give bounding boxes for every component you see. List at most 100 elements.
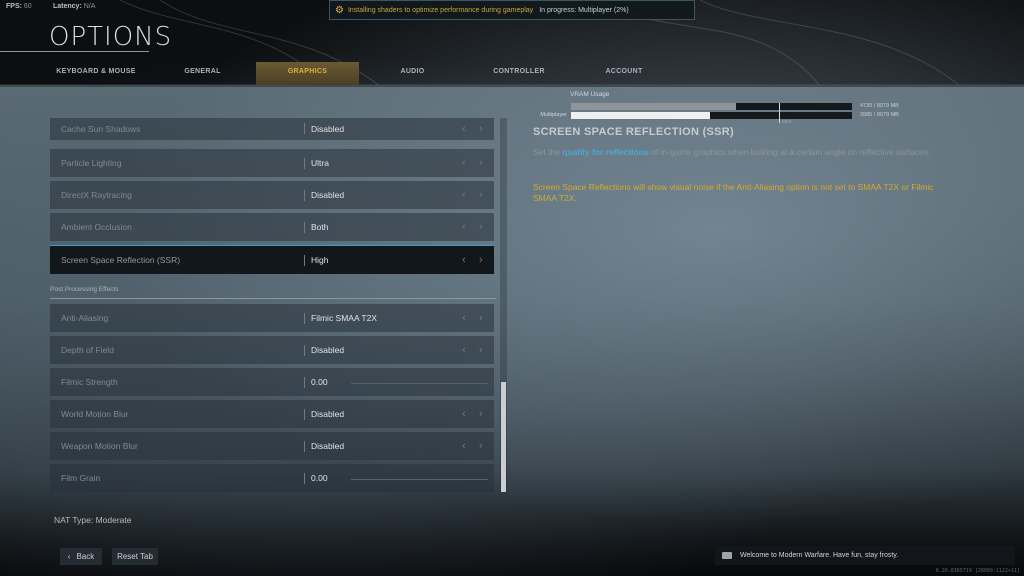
chevron-right-icon[interactable]: › (479, 440, 483, 452)
setting-row[interactable]: Anti-Aliasing Filmic SMAA T2X ‹ › (50, 304, 494, 332)
tab-audio[interactable]: AUDIO (380, 62, 445, 85)
chevron-right-icon[interactable]: › (479, 189, 483, 201)
setting-row[interactable]: Depth of Field Disabled ‹ › (50, 336, 494, 364)
setting-value: Ultra (311, 158, 329, 168)
setting-label: DirectX Raytracing (61, 190, 132, 200)
vram-bar-multiplayer (571, 112, 852, 119)
setting-label: Depth of Field (61, 345, 114, 355)
reset-tab-button[interactable]: Reset Tab (112, 548, 158, 565)
vram-label-multiplayer: Multiplayer (540, 112, 567, 118)
vram-fill-multiplayer (571, 112, 710, 119)
tab-account[interactable]: ACCOUNT (590, 62, 658, 85)
vram-title: VRAM Usage (570, 91, 610, 98)
divider (304, 158, 305, 169)
chevron-right-icon[interactable]: › (479, 344, 483, 356)
chevron-left-icon[interactable]: ‹ (462, 344, 466, 356)
tab-general[interactable]: GENERAL (165, 62, 240, 85)
description-title: SCREEN SPACE REFLECTION (SSR) (533, 126, 735, 138)
scrollbar-thumb[interactable] (501, 382, 506, 492)
setting-label: Ambient Occlusion (61, 222, 132, 232)
chevron-right-icon[interactable]: › (479, 312, 483, 324)
setting-row[interactable]: Weapon Motion Blur Disabled ‹ › (50, 432, 494, 460)
setting-label: Screen Space Reflection (SSR) (61, 255, 181, 265)
setting-row-selected[interactable]: Screen Space Reflection (SSR) High ‹ › (50, 245, 494, 274)
chevron-left-icon[interactable]: ‹ (462, 221, 466, 233)
setting-value: Disabled (311, 124, 345, 134)
slider-track[interactable] (351, 383, 488, 384)
latency-readout: Latency: N/A (53, 3, 95, 10)
shader-message: Installing shaders to optimize performan… (347, 6, 534, 14)
setting-row[interactable]: Film Grain 0.00 (50, 464, 494, 492)
divider (304, 313, 305, 324)
chat-icon (722, 552, 732, 559)
description-warning: Screen Space Reflections will show visua… (533, 182, 934, 203)
setting-value: 0.00 (311, 473, 328, 483)
setting-value: Both (311, 222, 329, 232)
setting-row[interactable]: DirectX Raytracing Disabled ‹ › (50, 181, 494, 209)
setting-label: Filmic Strength (61, 377, 118, 387)
page-title: OPTIONS (49, 22, 173, 52)
chevron-left-icon[interactable]: ‹ (462, 440, 466, 452)
title-underline (0, 51, 149, 52)
settings-list: Cache Sun Shadows Disabled ‹ › Particle … (50, 118, 496, 492)
desc-text-part: Set the (533, 147, 563, 157)
desc-text-part: of in-game graphics when looking at a ce… (648, 147, 931, 157)
setting-row[interactable]: World Motion Blur Disabled ‹ › (50, 400, 494, 428)
chevron-left-icon[interactable]: ‹ (462, 189, 466, 201)
divider (304, 190, 305, 201)
vram-bar-warzone (571, 103, 852, 110)
chevron-right-icon[interactable]: › (479, 408, 483, 420)
fps-value: 60 (23, 3, 32, 10)
vram-value-multiplayer: 3985 / 8079 MB (860, 112, 899, 118)
divider (304, 409, 305, 420)
nat-type: NAT Type: Moderate (54, 515, 132, 525)
desc-highlight: quality for reflections (562, 147, 649, 157)
chevron-right-icon[interactable]: › (479, 221, 483, 233)
setting-value: Disabled (311, 441, 345, 451)
setting-label: Anti-Aliasing (61, 313, 109, 323)
setting-label: Film Grain (61, 473, 101, 483)
fps-label: FPS: (6, 3, 22, 10)
chevron-left-icon[interactable]: ‹ (462, 123, 466, 135)
tab-controller[interactable]: CONTROLLER (480, 62, 558, 85)
tab-keyboard-mouse[interactable]: KEYBOARD & MOUSE (40, 62, 152, 85)
divider (304, 473, 305, 484)
setting-row[interactable]: Cache Sun Shadows Disabled ‹ › (50, 118, 494, 140)
build-info: 8.20.8365719 [28009:1122+11] (935, 568, 1020, 574)
vram-max-marker (779, 103, 780, 123)
chevron-right-icon[interactable]: › (479, 123, 483, 135)
setting-label: World Motion Blur (61, 409, 129, 419)
setting-value: 0.00 (311, 377, 328, 387)
chat-message-box: Welcome to Modern Warfare. Have fun, sta… (715, 546, 1015, 565)
chevron-left-icon[interactable]: ‹ (462, 312, 466, 324)
setting-value: Filmic SMAA T2X (311, 313, 377, 323)
setting-label: Cache Sun Shadows (61, 124, 141, 134)
tab-bar: KEYBOARD & MOUSE GENERAL GRAPHICS AUDIO … (0, 62, 1024, 87)
chevron-left-icon: ‹ (67, 552, 71, 561)
setting-label: Particle Lighting (61, 158, 122, 168)
chevron-right-icon[interactable]: › (479, 254, 483, 266)
setting-row[interactable]: Particle Lighting Ultra ‹ › (50, 149, 494, 177)
latency-value: N/A (83, 3, 96, 10)
shader-install-banner: ⚙ Installing shaders to optimize perform… (329, 0, 695, 20)
vram-fill-warzone (571, 103, 736, 110)
chat-message: Welcome to Modern Warfare. Have fun, sta… (740, 552, 899, 559)
vram-value-warzone: 4730 / 8079 MB (860, 103, 899, 109)
chevron-left-icon[interactable]: ‹ (462, 157, 466, 169)
tab-graphics[interactable]: GRAPHICS (256, 62, 359, 87)
chevron-left-icon[interactable]: ‹ (462, 408, 466, 420)
tab-bar-divider (0, 85, 1024, 87)
setting-value: Disabled (311, 345, 345, 355)
setting-label: Weapon Motion Blur (61, 441, 138, 451)
chevron-right-icon[interactable]: › (479, 157, 483, 169)
setting-row[interactable]: Ambient Occlusion Both ‹ › (50, 213, 494, 241)
slider-track[interactable] (351, 479, 488, 480)
vram-label-warzone: Warzone (545, 103, 567, 109)
divider (304, 123, 305, 134)
shader-progress: In progress: Multiplayer (2%) (539, 6, 629, 14)
divider (304, 255, 305, 266)
setting-row[interactable]: Filmic Strength 0.00 (50, 368, 494, 396)
back-button[interactable]: ‹ Back (60, 548, 102, 565)
setting-value: Disabled (311, 409, 345, 419)
chevron-left-icon[interactable]: ‹ (462, 254, 466, 266)
